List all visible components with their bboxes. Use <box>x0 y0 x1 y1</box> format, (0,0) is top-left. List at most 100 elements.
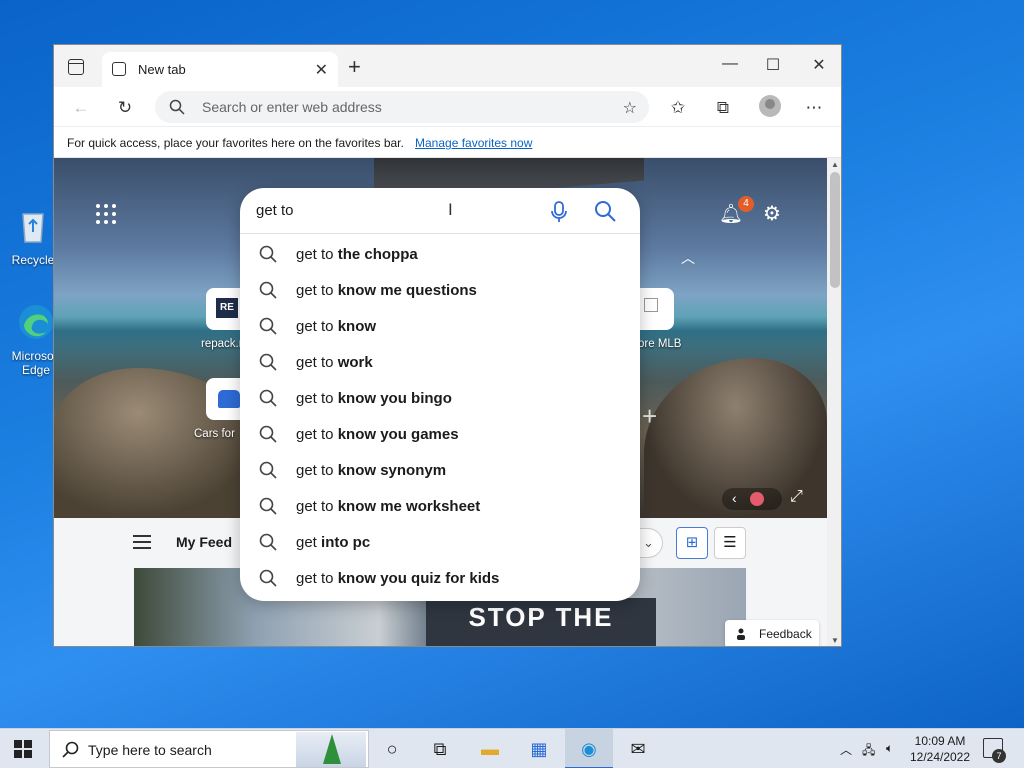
tab-new-tab[interactable]: New tab ✕ <box>102 52 338 87</box>
search-suggestion[interactable]: get to know me worksheet <box>240 488 640 524</box>
search-icon <box>259 389 277 407</box>
search-suggestion[interactable]: get to know you bingo <box>240 380 640 416</box>
grid-view-button[interactable]: ⊞ <box>676 527 708 559</box>
microphone-icon[interactable] <box>551 201 567 223</box>
back-icon[interactable]: ← <box>70 97 92 119</box>
windows-start-icon[interactable] <box>14 740 32 758</box>
search-dropdown: get to I get to the choppa get to know me… <box>240 188 640 601</box>
hamburger-menu-icon[interactable] <box>133 535 151 553</box>
scroll-down-icon[interactable]: ▼ <box>831 636 839 645</box>
settings-gear-icon[interactable]: ⚙ <box>763 201 781 226</box>
suggestion-text: get to work <box>296 354 373 371</box>
profile-avatar[interactable] <box>759 95 781 117</box>
maximize-button[interactable]: ☐ <box>758 55 788 75</box>
vertical-scrollbar[interactable]: ▲ ▼ <box>827 158 841 646</box>
network-icon[interactable]: 🖧︎ <box>862 741 875 762</box>
suggestion-prefix: get to <box>296 282 338 299</box>
feedback-label: Feedback <box>759 627 812 641</box>
suggestion-completion: know you quiz for kids <box>337 570 500 587</box>
task-view-icon[interactable]: ⧉ <box>416 729 464 768</box>
file-explorer-icon[interactable]: ▬ <box>466 729 514 768</box>
close-window-button[interactable]: ✕ <box>804 55 834 75</box>
mail-icon[interactable]: ✉ <box>614 729 662 768</box>
browser-window: New tab ✕ + — ☐ ✕ ← ↻ Search or enter we… <box>53 44 842 647</box>
desktop-icon-label: Recycle <box>11 253 55 267</box>
suggestion-list: get to the choppa get to know me question… <box>240 236 640 596</box>
collapse-chevron-icon[interactable]: ︿ <box>681 248 695 268</box>
refresh-icon[interactable]: ↻ <box>114 97 136 119</box>
feedback-button[interactable]: Feedback <box>725 620 819 646</box>
search-suggestion[interactable]: get to work <box>240 344 640 380</box>
my-feed-label[interactable]: My Feed <box>176 534 232 550</box>
volume-muted-icon[interactable]: 🔈︎ <box>886 741 893 756</box>
repack-site-icon: RE <box>216 298 238 318</box>
search-icon <box>259 461 277 479</box>
quick-link-label: repack.r <box>201 338 243 350</box>
add-quick-link-icon[interactable]: + <box>642 401 657 432</box>
search-icon <box>259 569 277 587</box>
tab-title: New tab <box>138 62 186 77</box>
suggestion-prefix: get to <box>296 570 338 587</box>
edge-taskbar-icon[interactable]: ◉ <box>565 729 613 768</box>
expand-icon[interactable]: ⤢ <box>790 488 803 506</box>
system-clock[interactable]: 10:09 AM 12/24/2022 <box>905 733 975 765</box>
search-icon <box>259 245 277 263</box>
search-suggestion[interactable]: get to know synonym <box>240 452 640 488</box>
manage-favorites-link[interactable]: Manage favorites now <box>415 136 532 150</box>
favorites-icon[interactable]: ✩ <box>667 97 689 119</box>
search-suggestion[interactable]: get to know <box>240 308 640 344</box>
suggestion-prefix: get to <box>296 390 338 407</box>
scroll-thumb[interactable] <box>830 172 840 288</box>
search-suggestion[interactable]: get into pc <box>240 524 640 560</box>
suggestion-completion: the choppa <box>337 246 418 263</box>
close-tab-icon[interactable]: ✕ <box>315 60 328 80</box>
suggestion-prefix: get to <box>296 426 338 443</box>
add-favorite-icon[interactable]: ☆ <box>623 98 637 118</box>
suggestion-prefix: get to <box>296 354 338 371</box>
search-icon <box>259 425 277 443</box>
list-view-button[interactable]: ☰ <box>714 527 746 559</box>
address-bar[interactable]: Search or enter web address ☆ <box>155 91 649 123</box>
search-icon <box>259 497 277 515</box>
search-input[interactable]: get to <box>256 202 294 219</box>
minimize-button[interactable]: — <box>715 55 745 73</box>
search-suggestion[interactable]: get to know you quiz for kids <box>240 560 640 596</box>
cortana-icon[interactable]: ○ <box>368 729 416 768</box>
suggestion-text: get to know me questions <box>296 282 477 299</box>
browser-toolbar: ← ↻ Search or enter web address ☆ ✩ ⧉ ⋯ <box>54 87 841 127</box>
scroll-up-icon[interactable]: ▲ <box>831 160 839 169</box>
edge-icon <box>19 305 53 339</box>
tab-actions-icon[interactable] <box>68 59 84 75</box>
text-cursor-icon: I <box>448 200 453 219</box>
app-launcher-icon[interactable] <box>96 204 116 224</box>
show-hidden-icons-chevron-icon[interactable]: ︿ <box>840 741 852 758</box>
search-suggestion[interactable]: get to the choppa <box>240 236 640 272</box>
search-icon <box>259 317 277 335</box>
christmas-tree-icon <box>323 734 341 764</box>
suggestion-text: get to know you games <box>296 426 459 443</box>
favorites-bar: For quick access, place your favorites h… <box>54 127 841 158</box>
search-submit-icon[interactable] <box>594 200 616 222</box>
new-tab-button[interactable]: + <box>348 54 361 80</box>
search-suggestion[interactable]: get to know you games <box>240 416 640 452</box>
search-highlight-art <box>296 732 366 767</box>
taskbar-search[interactable]: Type here to search <box>49 730 369 768</box>
search-icon <box>259 533 277 551</box>
search-icon <box>169 99 185 115</box>
suggestion-text: get to know you bingo <box>296 390 452 407</box>
suggestion-text: get to know me worksheet <box>296 498 480 515</box>
newtab-page-icon <box>112 62 126 76</box>
quick-link-label: ore MLB <box>638 338 682 350</box>
more-options-icon[interactable]: ⋯ <box>803 97 825 119</box>
notification-badge: 4 <box>738 196 754 212</box>
chevron-left-icon[interactable]: ‹ <box>732 490 737 506</box>
background-info-icon[interactable] <box>750 492 764 506</box>
collections-icon[interactable]: ⧉ <box>712 97 734 119</box>
taskbar: Type here to search ○ ⧉ ▬ ▦ ◉ ✉ ︿ 🖧︎ 🔈︎ … <box>0 728 1024 768</box>
background-nav[interactable]: ‹ <box>722 488 782 510</box>
search-suggestion[interactable]: get to know me questions <box>240 272 640 308</box>
microsoft-store-icon[interactable]: ▦ <box>515 729 563 768</box>
suggestion-completion: work <box>337 354 373 371</box>
search-input-row[interactable]: get to I <box>240 188 640 234</box>
feed-image-sign-text: STOP THE <box>426 598 656 646</box>
